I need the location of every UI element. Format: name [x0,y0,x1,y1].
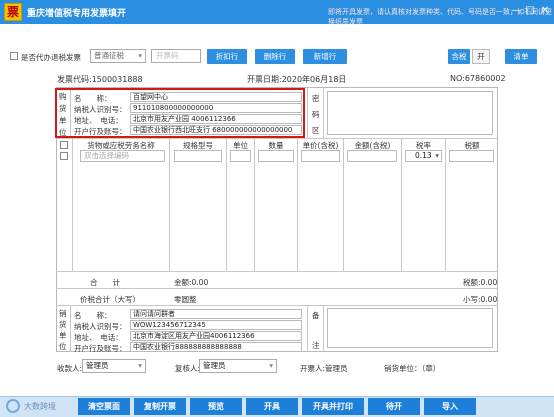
remark-side-char: 备 [312,311,320,320]
sum-upper: 零圆整 [174,295,197,304]
item-taxrate-value: 0.13 [415,151,432,160]
seller-address-label: 地址、 电话： [74,333,123,342]
item-name-cell[interactable]: 双击选择编码 [80,150,165,162]
select-all-checkbox[interactable] [60,141,68,149]
password-side-char: 区 [312,126,320,135]
invoice-code-input[interactable]: 开票码 [151,49,201,63]
add-row-button[interactable]: 新增行 [303,49,347,64]
list-button[interactable]: 清单 [505,49,537,64]
seller-address-field[interactable]: 北京市海淀区用友产业园4006112366 [130,331,302,341]
drawer-label: 开票人:管理员 [300,364,348,373]
divider [72,138,73,271]
row-checkbox[interactable] [60,152,68,160]
sum-lower: 小写:0.00 [463,295,498,304]
window-title: 重庆增值税专用发票填开 [27,9,127,19]
divider [70,305,71,352]
seller-bank-field[interactable]: 中国农业银行888888888888888 [130,342,302,352]
divider [169,138,170,271]
tax-collection-select[interactable]: 普通征税 ▾ [90,49,146,63]
item-qty-cell[interactable] [258,150,294,162]
maximize-icon[interactable]: □ [524,5,536,17]
amount-total: 金额:0.00 [174,278,209,287]
tax-included-label: 含税 [448,49,470,64]
brand-watermark: 大数跨境 [24,402,56,411]
divider [56,305,498,306]
remark-textarea[interactable] [327,308,493,348]
divider [445,138,446,271]
item-spec-cell[interactable] [174,150,222,162]
import-button[interactable]: 导入 [424,398,476,415]
divider [56,271,498,272]
payee-label: 收款人: [57,364,83,373]
chevron-down-icon: ▾ [435,151,439,160]
reviewer-value: 管理员 [203,361,226,370]
invoice-code: 发票代码:1500031888 [57,75,143,84]
seller-side-char: 货 [59,320,67,329]
reviewer-select[interactable]: 管理员 ▾ [199,359,277,373]
item-price-cell[interactable] [301,150,340,162]
discount-row-button[interactable]: 折扣行 [207,49,247,64]
delete-row-button[interactable]: 删除行 [255,49,295,64]
preview-button[interactable]: 预览 [190,398,242,415]
pending-button[interactable]: 待开 [368,398,420,415]
invoice-date: 开票日期:2020年06月18日 [247,75,347,84]
app-logo-icon: 票 [4,3,22,21]
divider [307,88,308,138]
seller-taxid-label: 纳税人识别号： [74,322,127,331]
remark-side-char: 注 [312,341,320,350]
password-side-char: 码 [312,110,320,119]
agent-refund-checkbox[interactable] [10,52,18,60]
divider [307,305,308,352]
brand-logo-icon [6,399,20,413]
chevron-down-icon: ▾ [269,361,273,370]
clear-form-button[interactable]: 清空票面 [78,398,130,415]
divider [323,305,324,352]
seller-side-char: 位 [59,342,67,351]
tax-included-toggle[interactable]: 开 [472,49,490,64]
agent-refund-label: 是否代办退税发票 [21,53,81,62]
seller-bank-label: 开户行及账号： [74,344,127,353]
issue-and-print-button[interactable]: 开具并打印 [302,398,364,415]
tax-collection-value: 普通征税 [94,51,124,60]
item-tax-cell[interactable] [449,150,494,162]
seller-name-field[interactable]: 请问请问群者 [130,309,302,319]
invoice-number: NO:67860002 [450,74,506,83]
seller-side-char: 单 [59,331,67,340]
item-unit-cell[interactable] [230,150,251,162]
password-side-char: 密 [312,94,320,103]
divider [254,138,255,271]
item-taxrate-select[interactable]: 0.13 ▾ [405,150,442,162]
sum-label: 价税合计（大写） [80,295,140,304]
chevron-down-icon: ▾ [138,51,142,60]
issue-button[interactable]: 开具 [246,398,298,415]
seller-name-label: 名 称： [74,311,112,320]
payee-value: 管理员 [86,361,109,370]
seller-taxid-field[interactable]: WOW123456712345 [130,320,302,330]
divider [297,138,298,271]
payee-select[interactable]: 管理员 ▾ [82,359,146,373]
divider [56,138,498,139]
close-icon[interactable]: ✕ [539,5,551,17]
seller-unit-seal: 销货单位：（章） [384,364,441,373]
chevron-down-icon: ▾ [138,361,142,370]
tax-total: 税额:0.00 [463,278,498,287]
reviewer-label: 复核人: [175,364,201,373]
minimize-icon[interactable]: — [510,5,522,17]
item-amount-cell[interactable] [347,150,397,162]
buyer-highlight-box [55,88,305,138]
seller-side-char: 销 [59,309,67,318]
divider [226,138,227,271]
divider [401,138,402,271]
divider [56,288,498,289]
copy-invoice-button[interactable]: 复制开票 [134,398,186,415]
total-label: 合 计 [90,278,120,287]
divider [343,138,344,271]
password-area-box [327,91,493,135]
divider [323,88,324,138]
